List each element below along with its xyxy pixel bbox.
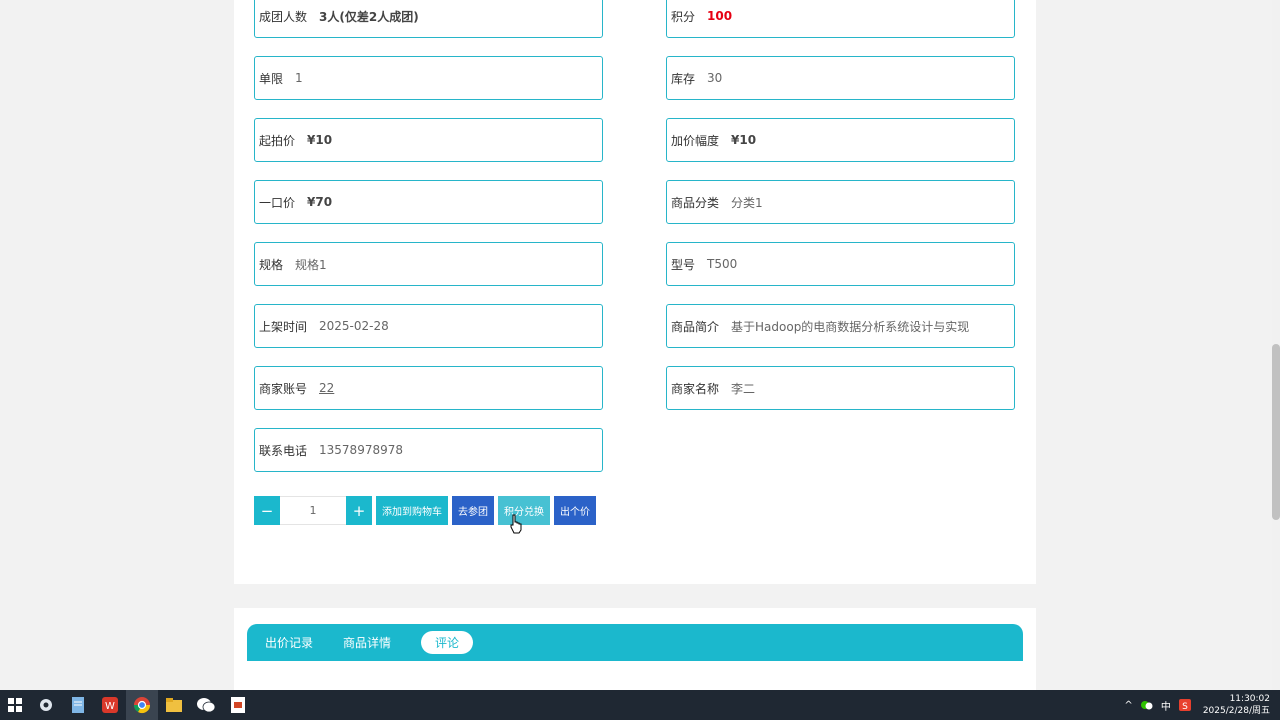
tab-bid-records[interactable]: 出价记录 — [265, 634, 313, 651]
field-value: 1 — [295, 71, 303, 85]
notepad-app-icon[interactable] — [62, 690, 94, 720]
field-buyout-price: 一口价 ¥70 — [254, 180, 603, 224]
field-group-size: 成团人数 3人(仅差2人成团) — [254, 0, 603, 38]
field-value: 基于Hadoop的电商数据分析系统设计与实现 — [731, 319, 970, 334]
field-value: 13578978978 — [319, 443, 403, 457]
system-tray: ^ 中 S 11:30:02 2025/2/28/周五 — [1116, 690, 1270, 720]
tab-product-details[interactable]: 商品详情 — [343, 634, 391, 651]
field-label: 联系电话 — [259, 443, 308, 458]
field-value: 100 — [707, 9, 733, 23]
decrement-button[interactable]: − — [254, 496, 280, 525]
field-label: 规格 — [259, 257, 284, 272]
field-value: 规格1 — [295, 257, 327, 272]
tab-bar: 出价记录 商品详情 评论 — [247, 624, 1023, 661]
quantity-input[interactable] — [280, 496, 346, 525]
field-label: 单限 — [259, 71, 284, 86]
file-explorer-icon[interactable] — [158, 690, 190, 720]
tabs-card: 出价记录 商品详情 评论 — [234, 608, 1036, 690]
field-value: 李二 — [731, 381, 756, 396]
field-value: ¥70 — [307, 195, 333, 209]
tab-comments[interactable]: 评论 — [421, 631, 474, 654]
field-value: 2025-02-28 — [319, 319, 389, 333]
field-listed-time: 上架时间 2025-02-28 — [254, 304, 603, 348]
field-limit: 单限 1 — [254, 56, 603, 100]
field-description: 商品简介 基于Hadoop的电商数据分析系统设计与实现 — [666, 304, 1015, 348]
points-exchange-button[interactable]: 积分兑换 — [498, 496, 550, 525]
bid-button[interactable]: 出个价 — [554, 496, 596, 525]
field-merchant-account: 商家账号 22 — [254, 366, 603, 410]
hand-cursor-icon — [510, 514, 522, 534]
action-bar: − + 添加到购物车 去参团 积分兑换 出个价 — [254, 496, 596, 525]
field-model: 型号 T500 — [666, 242, 1015, 286]
field-start-price: 起拍价 ¥10 — [254, 118, 603, 162]
field-label: 起拍价 — [259, 133, 296, 148]
field-label: 商家名称 — [671, 381, 720, 396]
field-category: 商品分类 分类1 — [666, 180, 1015, 224]
chevron-up-icon[interactable]: ^ — [1124, 700, 1132, 711]
field-value: 3人(仅差2人成团) — [319, 9, 419, 24]
field-merchant-name: 商家名称 李二 — [666, 366, 1015, 410]
increment-button[interactable]: + — [346, 496, 372, 525]
sogou-input-icon[interactable]: S — [1178, 699, 1191, 712]
field-label: 积分 — [671, 9, 696, 24]
taskbar: W ^ 中 S 11:30:02 2025/2/28/周五 — [0, 690, 1280, 720]
field-label: 成团人数 — [259, 9, 308, 24]
field-label: 上架时间 — [259, 319, 308, 334]
merchant-account-link[interactable]: 22 — [319, 381, 334, 395]
field-label: 库存 — [671, 71, 696, 86]
ime-indicator[interactable]: 中 — [1161, 698, 1171, 713]
clock-date: 2025/2/28/周五 — [1202, 706, 1270, 716]
join-group-button[interactable]: 去参团 — [452, 496, 494, 525]
field-value: 30 — [707, 71, 723, 85]
field-value: ¥10 — [307, 133, 333, 147]
scrollbar-thumb[interactable] — [1272, 344, 1280, 520]
page-scrollbar[interactable] — [1272, 0, 1280, 690]
field-increment: 加价幅度 ¥10 — [666, 118, 1015, 162]
svg-text:W: W — [105, 701, 115, 712]
chrome-browser-icon[interactable] — [126, 690, 158, 720]
clock-time: 11:30:02 — [1229, 694, 1270, 704]
windows-start-icon[interactable] — [0, 690, 30, 720]
field-points: 积分 100 — [666, 0, 1015, 38]
wechat-icon[interactable] — [190, 690, 222, 720]
field-stock: 库存 30 — [666, 56, 1015, 100]
presentation-app-icon[interactable] — [222, 690, 254, 720]
field-label: 型号 — [671, 257, 696, 272]
field-label: 加价幅度 — [671, 133, 720, 148]
field-value: T500 — [707, 257, 738, 271]
field-spec: 规格 规格1 — [254, 242, 603, 286]
field-label: 商家账号 — [259, 381, 308, 396]
svg-text:S: S — [1182, 702, 1188, 711]
settings-gear-icon[interactable] — [30, 690, 62, 720]
taskbar-clock[interactable]: 11:30:02 2025/2/28/周五 — [1203, 693, 1270, 717]
field-value: ¥10 — [731, 133, 757, 147]
wps-office-icon[interactable]: W — [94, 690, 126, 720]
field-label: 商品分类 — [671, 195, 720, 210]
field-phone: 联系电话 13578978978 — [254, 428, 603, 472]
field-label: 商品简介 — [671, 319, 720, 334]
field-value: 分类1 — [731, 195, 763, 210]
field-label: 一口价 — [259, 195, 296, 210]
add-to-cart-button[interactable]: 添加到购物车 — [376, 496, 448, 525]
wechat-tray-icon[interactable] — [1140, 700, 1153, 711]
product-info-card: 成团人数 3人(仅差2人成团) 单限 1 起拍价 ¥10 一口价 ¥70 规格 … — [234, 0, 1036, 584]
